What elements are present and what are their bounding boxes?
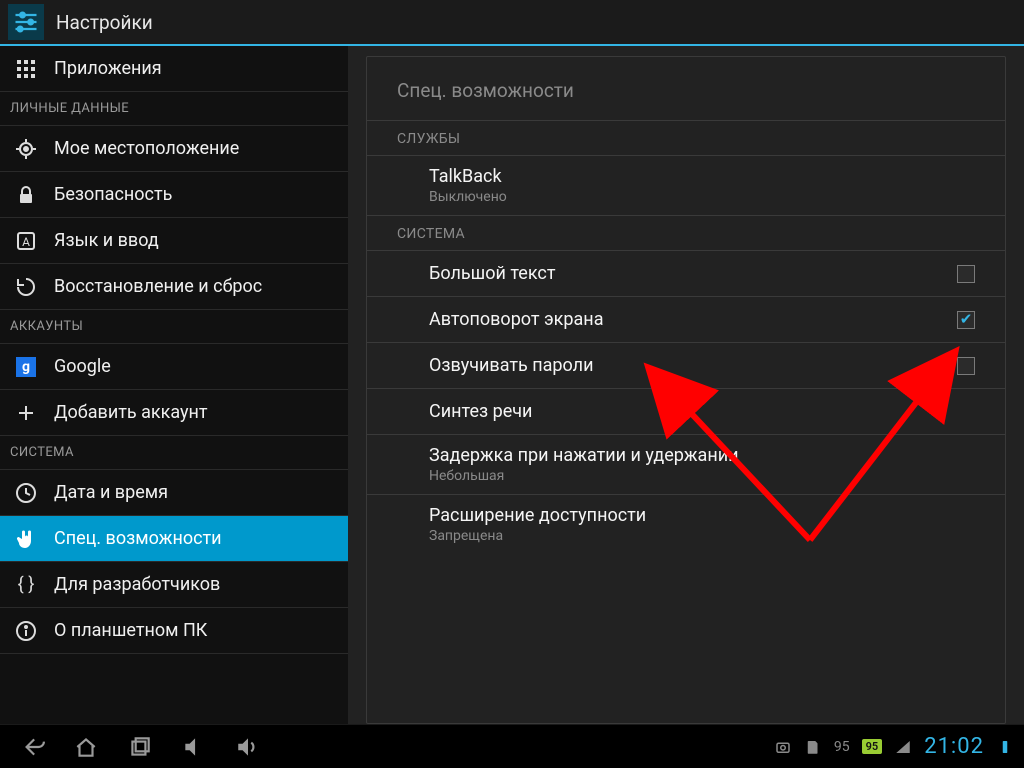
content-header: Спец. возможности (367, 57, 1005, 121)
sidebar: Приложения ЛИЧНЫЕ ДАННЫЕ Мое местоположе… (0, 46, 348, 724)
backup-icon (14, 275, 38, 299)
row-title: Расширение доступности (429, 505, 975, 526)
battery-percent-text: 95 (834, 739, 850, 755)
checkbox-speak-passwords[interactable] (957, 357, 975, 375)
sdcard-icon (804, 738, 822, 756)
sidebar-item-label: Мое местоположение (54, 138, 239, 159)
checkbox-auto-rotate[interactable] (957, 311, 975, 329)
clock-icon (14, 481, 38, 505)
row-accessibility-ext[interactable]: Расширение доступности Запрещена (367, 495, 1005, 554)
row-subtitle: Небольшая (429, 468, 975, 484)
sidebar-item-label: Спец. возможности (54, 528, 222, 549)
back-button[interactable] (12, 732, 52, 762)
sidebar-category-personal: ЛИЧНЫЕ ДАННЫЕ (0, 92, 348, 126)
row-subtitle: Выключено (429, 189, 975, 205)
sidebar-item-label: Для разработчиков (54, 574, 220, 595)
location-icon (14, 137, 38, 161)
sidebar-item-language[interactable]: A Язык и ввод (0, 218, 348, 264)
sidebar-item-label: О планшетном ПК (54, 620, 207, 641)
sidebar-item-about[interactable]: О планшетном ПК (0, 608, 348, 654)
hand-icon (14, 527, 38, 551)
sidebar-item-label: Восстановление и сброс (54, 276, 262, 297)
sidebar-item-datetime[interactable]: Дата и время (0, 470, 348, 516)
sidebar-item-add-account[interactable]: Добавить аккаунт (0, 390, 348, 436)
row-subtitle: Запрещена (429, 528, 975, 544)
settings-app-icon (8, 4, 44, 40)
recent-apps-button[interactable] (120, 732, 160, 762)
sidebar-item-apps[interactable]: Приложения (0, 46, 348, 92)
sidebar-item-label: Добавить аккаунт (54, 402, 208, 423)
sidebar-item-google[interactable]: g Google (0, 344, 348, 390)
system-navbar: 95 95 21:02 (0, 724, 1024, 768)
row-title: Синтез речи (429, 401, 975, 422)
row-tts[interactable]: Синтез речи (367, 389, 1005, 435)
row-large-text[interactable]: Большой текст (367, 251, 1005, 297)
sidebar-item-security[interactable]: Безопасность (0, 172, 348, 218)
row-title: Автоповорот экрана (429, 309, 957, 330)
page-title: Настройки (56, 11, 153, 34)
row-title: Большой текст (429, 263, 957, 284)
sidebar-item-backup[interactable]: Восстановление и сброс (0, 264, 348, 310)
sidebar-item-location[interactable]: Мое местоположение (0, 126, 348, 172)
battery-badge: 95 (862, 739, 883, 754)
apps-icon (14, 57, 38, 81)
lock-icon (14, 183, 38, 207)
svg-text:A: A (22, 235, 30, 249)
sidebar-item-label: Google (54, 356, 111, 377)
home-button[interactable] (66, 732, 106, 762)
row-title: Озвучивать пароли (429, 355, 957, 376)
volume-down-button[interactable] (174, 732, 214, 762)
content-category-system: СИСТЕМА (367, 216, 1005, 251)
sidebar-item-accessibility[interactable]: Спец. возможности (0, 516, 348, 562)
sidebar-item-label: Приложения (54, 58, 162, 79)
row-title: TalkBack (429, 166, 975, 187)
sidebar-category-accounts: АККАУНТЫ (0, 310, 348, 344)
braces-icon: { } (14, 573, 38, 597)
row-touch-delay[interactable]: Задержка при нажатии и удержании Небольш… (367, 435, 1005, 495)
sidebar-item-label: Безопасность (54, 184, 172, 205)
signal-icon (894, 738, 912, 756)
checkbox-large-text[interactable] (957, 265, 975, 283)
row-title: Задержка при нажатии и удержании (429, 445, 975, 466)
main-split: Приложения ЛИЧНЫЕ ДАННЫЕ Мое местоположе… (0, 46, 1024, 724)
google-icon: g (14, 355, 38, 379)
volume-up-button[interactable] (228, 732, 268, 762)
row-auto-rotate[interactable]: Автоповорот экрана (367, 297, 1005, 343)
language-icon: A (14, 229, 38, 253)
row-speak-passwords[interactable]: Озвучивать пароли (367, 343, 1005, 389)
clock-text: 21:02 (924, 734, 984, 759)
content-panel: Спец. возможности СЛУЖБЫ TalkBack Выключ… (348, 46, 1024, 724)
sidebar-item-developer[interactable]: { } Для разработчиков (0, 562, 348, 608)
content-category-services: СЛУЖБЫ (367, 121, 1005, 156)
sidebar-item-label: Дата и время (54, 482, 168, 503)
sidebar-item-label: Язык и ввод (54, 230, 159, 251)
info-icon (14, 619, 38, 643)
screenshot-icon[interactable] (774, 738, 792, 756)
notification-icon[interactable] (996, 738, 1014, 756)
sidebar-category-system: СИСТЕМА (0, 436, 348, 470)
row-talkback[interactable]: TalkBack Выключено (367, 156, 1005, 216)
titlebar: Настройки (0, 0, 1024, 46)
plus-icon (14, 401, 38, 425)
